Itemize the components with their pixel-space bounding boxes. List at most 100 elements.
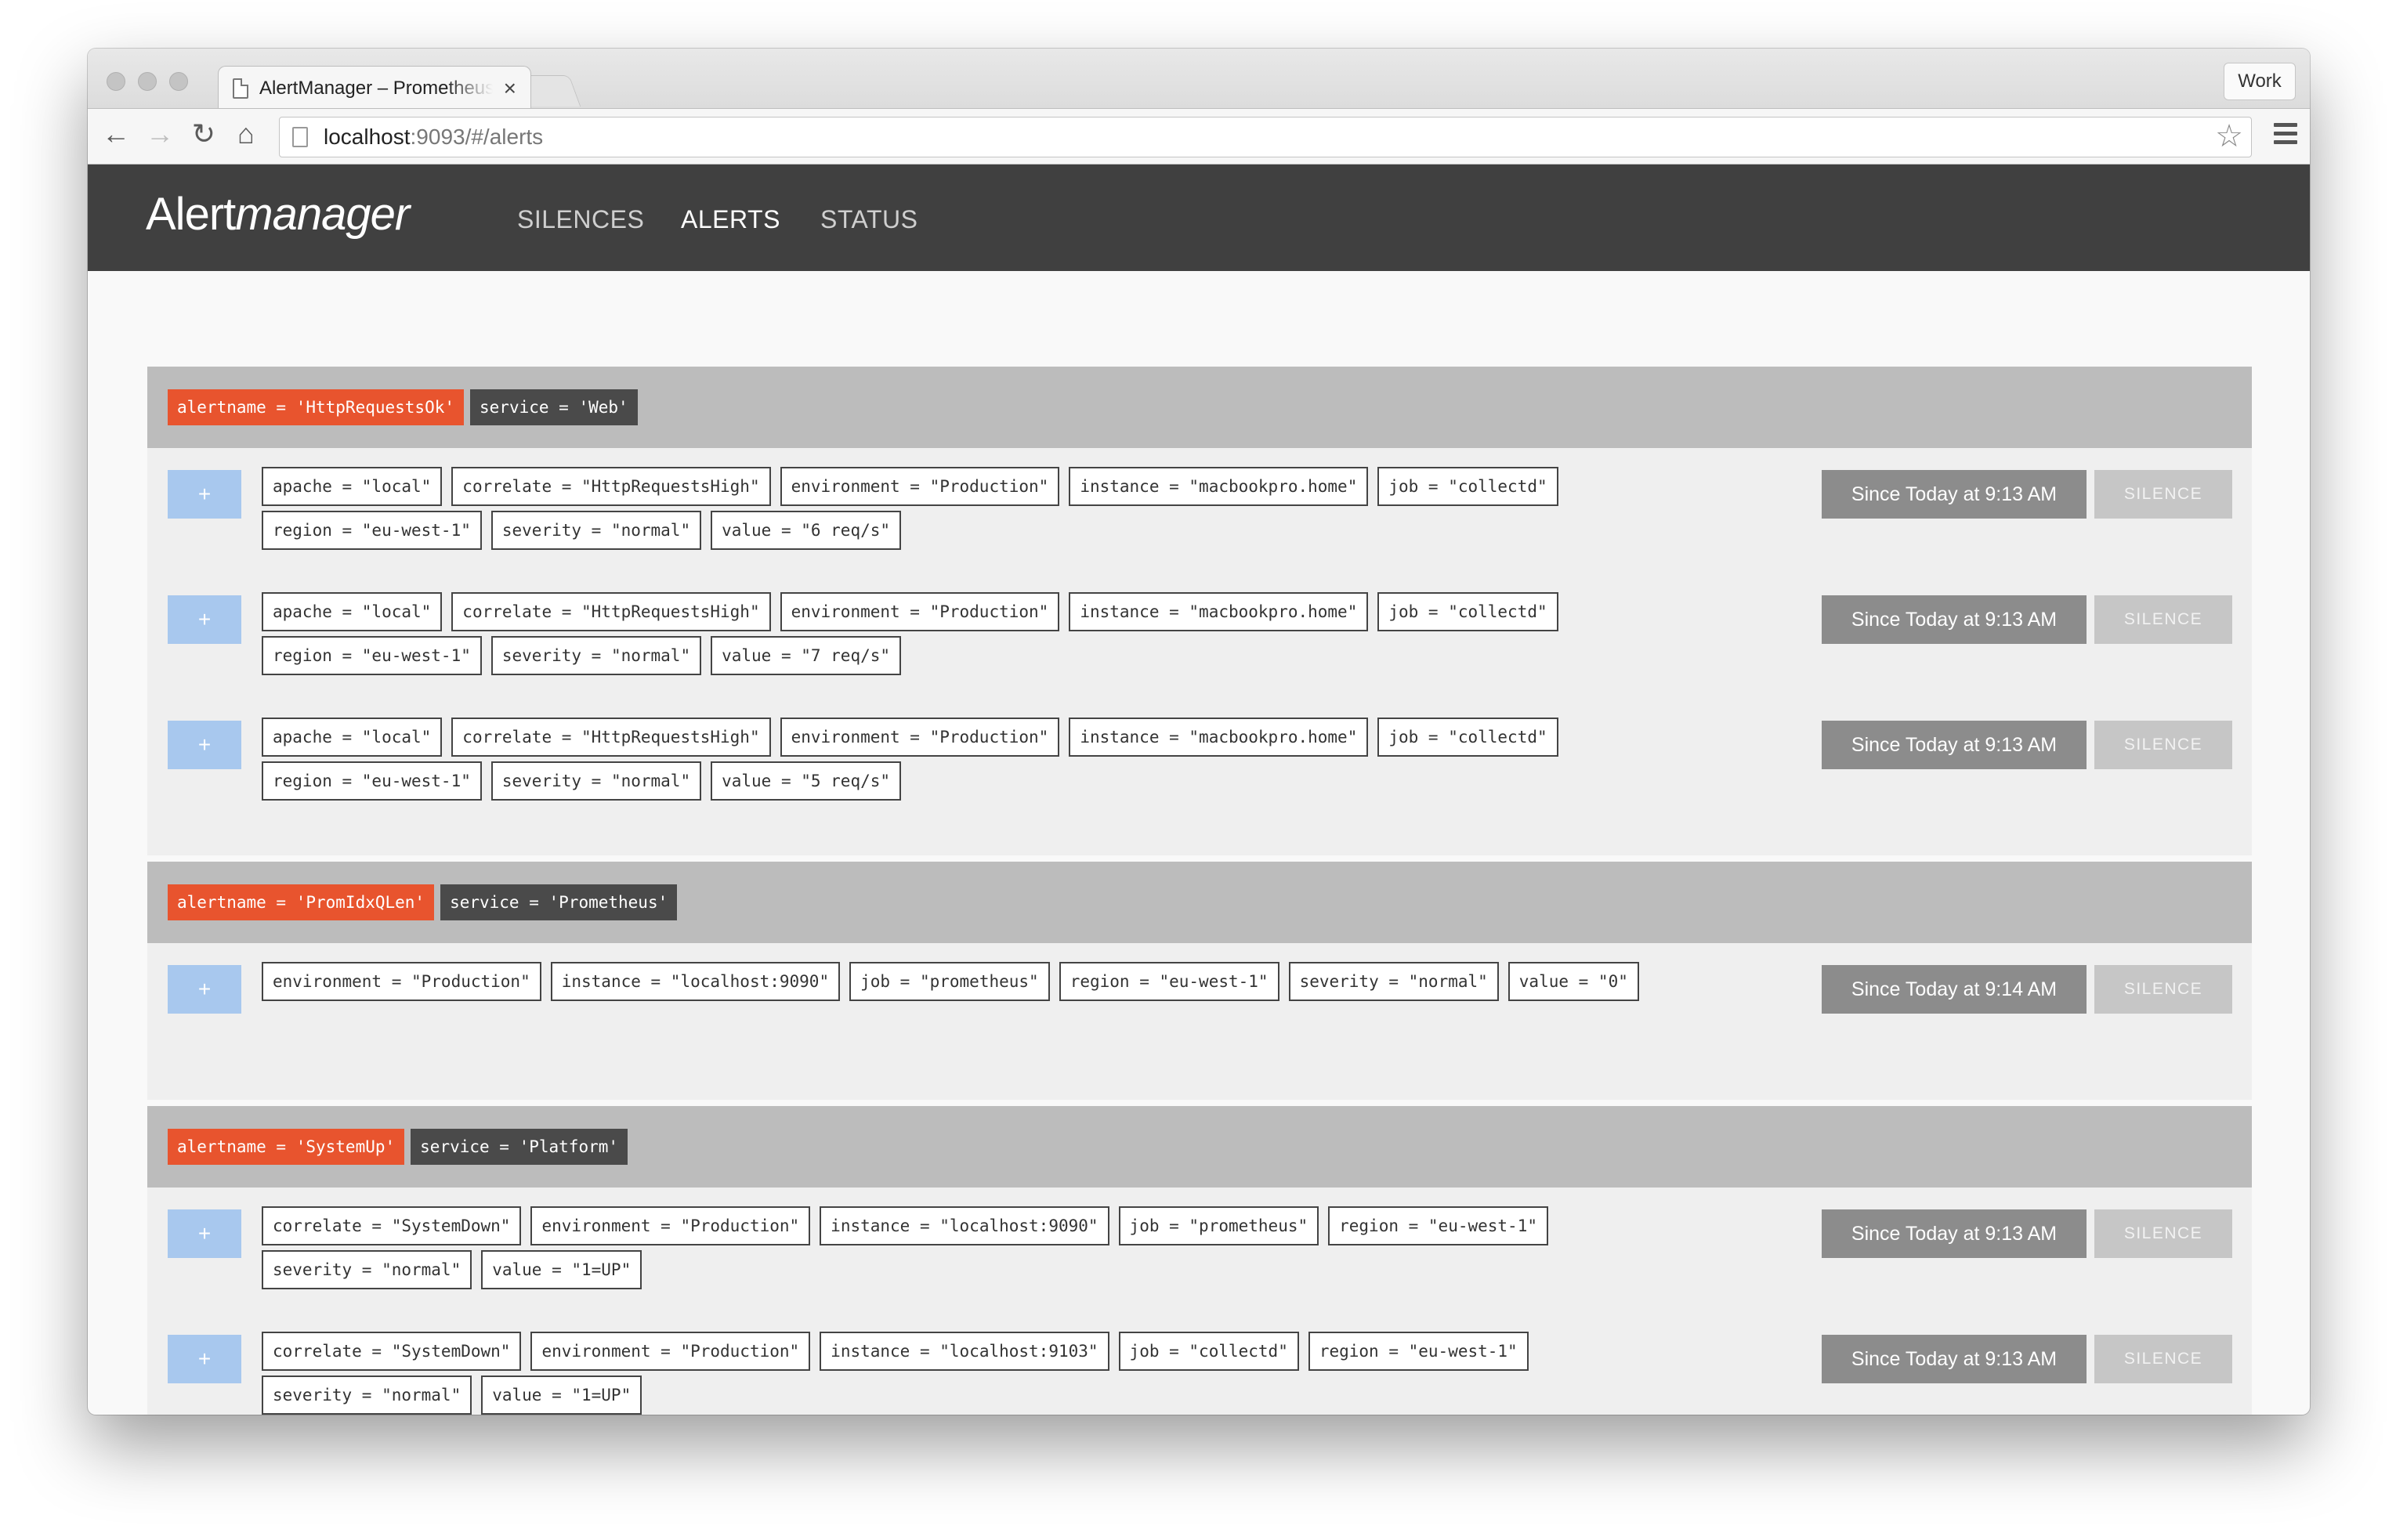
since-button[interactable]: Since Today at 9:14 AM [1822, 965, 2087, 1014]
brand-text: Alert [146, 189, 236, 240]
label-chip: apache = "local" [262, 592, 443, 631]
silence-button[interactable]: SILENCE [2094, 965, 2232, 1014]
label-chip: job = "prometheus" [1118, 1206, 1319, 1245]
reload-icon[interactable]: ↻ [186, 117, 221, 151]
alertname-tag: alertname = 'PromIdxQLen' [168, 884, 435, 920]
alert-labels: apache = "local" correlate = "HttpReques… [262, 467, 1649, 550]
window-close-dot[interactable] [107, 72, 125, 91]
label-chip: environment = "Production" [780, 718, 1060, 757]
label-chip: value = "1=UP" [481, 1250, 642, 1289]
label-chip: environment = "Production" [780, 467, 1060, 506]
profile-button[interactable]: Work [2224, 63, 2296, 100]
silence-button[interactable]: SILENCE [2094, 1335, 2232, 1383]
app-navbar: Alertmanager SILENCES ALERTS STATUS [88, 164, 2310, 271]
expand-button[interactable]: + [168, 470, 241, 519]
brand-logo[interactable]: Alertmanager [146, 188, 410, 240]
alert-list: + apache = "local" correlate = "HttpRequ… [147, 448, 2252, 855]
label-chip: instance = "macbookpro.home" [1069, 718, 1369, 757]
label-chip: instance = "localhost:9090" [820, 1206, 1109, 1245]
label-chip: severity = "normal" [262, 1250, 472, 1289]
expand-button[interactable]: + [168, 1209, 241, 1258]
label-chip: instance = "localhost:9090" [550, 962, 841, 1001]
alert-list: + environment = "Production" instance = … [147, 943, 2252, 1100]
alert-item: + correlate = "SystemDown" environment =… [168, 1206, 2232, 1332]
nav-silences[interactable]: SILENCES [517, 205, 644, 234]
label-chip: severity = "normal" [490, 511, 702, 550]
expand-button[interactable]: + [168, 1335, 241, 1383]
label-chip: apache = "local" [262, 467, 443, 506]
silence-button[interactable]: SILENCE [2094, 595, 2232, 644]
since-button[interactable]: Since Today at 9:13 AM [1822, 595, 2087, 644]
back-icon[interactable]: ← [99, 117, 133, 151]
alertname-tag: alertname = 'SystemUp' [168, 1129, 405, 1165]
label-chip: correlate = "SystemDown" [262, 1332, 522, 1371]
nav-alerts[interactable]: ALERTS [681, 205, 780, 234]
alert-item: + apache = "local" correlate = "HttpRequ… [168, 592, 2232, 718]
silence-button[interactable]: SILENCE [2094, 1209, 2232, 1258]
service-tag: service = 'Prometheus' [440, 884, 678, 920]
label-chip: value = "7 req/s" [711, 636, 902, 675]
label-chip: correlate = "HttpRequestsHigh" [451, 592, 771, 631]
browser-toolbar: ← → ↻ ⌂ localhost:9093/#/alerts ☆ [88, 108, 2310, 164]
service-tag: service = 'Platform' [411, 1129, 628, 1165]
label-chip: correlate = "HttpRequestsHigh" [451, 467, 771, 506]
browser-window: AlertManager – Prometheus × Work ← → ↻ ⌂… [88, 49, 2310, 1415]
address-bar[interactable]: localhost:9093/#/alerts ☆ [279, 117, 2252, 157]
alert-item: + apache = "local" correlate = "HttpRequ… [168, 718, 2232, 843]
since-button[interactable]: Since Today at 9:13 AM [1822, 470, 2087, 519]
nav-status[interactable]: STATUS [820, 205, 918, 234]
alert-item: + environment = "Production" instance = … [168, 962, 2232, 1087]
window-zoom-dot[interactable] [169, 72, 188, 91]
label-chip: instance = "macbookpro.home" [1069, 467, 1369, 506]
since-button[interactable]: Since Today at 9:13 AM [1822, 721, 2087, 769]
alert-group: alertname = 'PromIdxQLen' service = 'Pro… [147, 862, 2252, 1100]
tab-close-icon[interactable]: × [504, 77, 516, 99]
silence-button[interactable]: SILENCE [2094, 470, 2232, 519]
url-host: localhost [324, 125, 411, 149]
label-chip: job = "collectd" [1377, 592, 1558, 631]
label-chip: correlate = "SystemDown" [262, 1206, 522, 1245]
browser-tab[interactable]: AlertManager – Prometheus × [218, 66, 531, 110]
alert-labels: apache = "local" correlate = "HttpReques… [262, 592, 1649, 675]
expand-button[interactable]: + [168, 595, 241, 644]
label-chip: region = "eu-west-1" [1328, 1206, 1548, 1245]
alert-groups: alertname = 'HttpRequestsOk' service = '… [147, 367, 2252, 1415]
page-icon [292, 127, 308, 147]
label-chip: value = "6 req/s" [711, 511, 902, 550]
tab-title: AlertManager – Prometheus [259, 77, 493, 99]
alert-list: + correlate = "SystemDown" environment =… [147, 1188, 2252, 1415]
window-minimize-dot[interactable] [138, 72, 157, 91]
alert-group-header: alertname = 'SystemUp' service = 'Platfo… [147, 1106, 2252, 1188]
silence-button[interactable]: SILENCE [2094, 721, 2232, 769]
label-chip: region = "eu-west-1" [262, 636, 482, 675]
since-button[interactable]: Since Today at 9:13 AM [1822, 1209, 2087, 1258]
label-chip: severity = "normal" [490, 636, 702, 675]
label-chip: apache = "local" [262, 718, 443, 757]
label-chip: value = "0" [1507, 962, 1639, 1001]
home-icon[interactable]: ⌂ [229, 117, 263, 151]
alert-group: alertname = 'SystemUp' service = 'Platfo… [147, 1106, 2252, 1415]
label-chip: region = "eu-west-1" [262, 511, 482, 550]
label-chip: job = "collectd" [1118, 1332, 1299, 1371]
label-chip: job = "collectd" [1377, 718, 1558, 757]
alert-labels: correlate = "SystemDown" environment = "… [262, 1206, 1649, 1289]
label-chip: environment = "Production" [530, 1332, 811, 1371]
since-button[interactable]: Since Today at 9:13 AM [1822, 1335, 2087, 1383]
alert-group-header: alertname = 'HttpRequestsOk' service = '… [147, 367, 2252, 448]
document-icon [233, 78, 248, 99]
expand-button[interactable]: + [168, 965, 241, 1014]
expand-button[interactable]: + [168, 721, 241, 769]
alert-labels: environment = "Production" instance = "l… [262, 962, 1649, 1001]
label-chip: instance = "localhost:9103" [820, 1332, 1109, 1371]
bookmark-star-icon[interactable]: ☆ [2215, 121, 2243, 152]
url-text: localhost:9093/#/alerts [324, 125, 543, 150]
label-chip: value = "1=UP" [481, 1376, 642, 1415]
alert-labels: correlate = "SystemDown" environment = "… [262, 1332, 1649, 1415]
label-chip: correlate = "HttpRequestsHigh" [451, 718, 771, 757]
label-chip: region = "eu-west-1" [1059, 962, 1279, 1001]
forward-icon[interactable]: → [143, 117, 177, 151]
brand-text-italic: manager [235, 189, 410, 240]
label-chip: severity = "normal" [1288, 962, 1499, 1001]
label-chip: value = "5 req/s" [711, 761, 902, 801]
browser-menu-icon[interactable] [2274, 123, 2297, 145]
